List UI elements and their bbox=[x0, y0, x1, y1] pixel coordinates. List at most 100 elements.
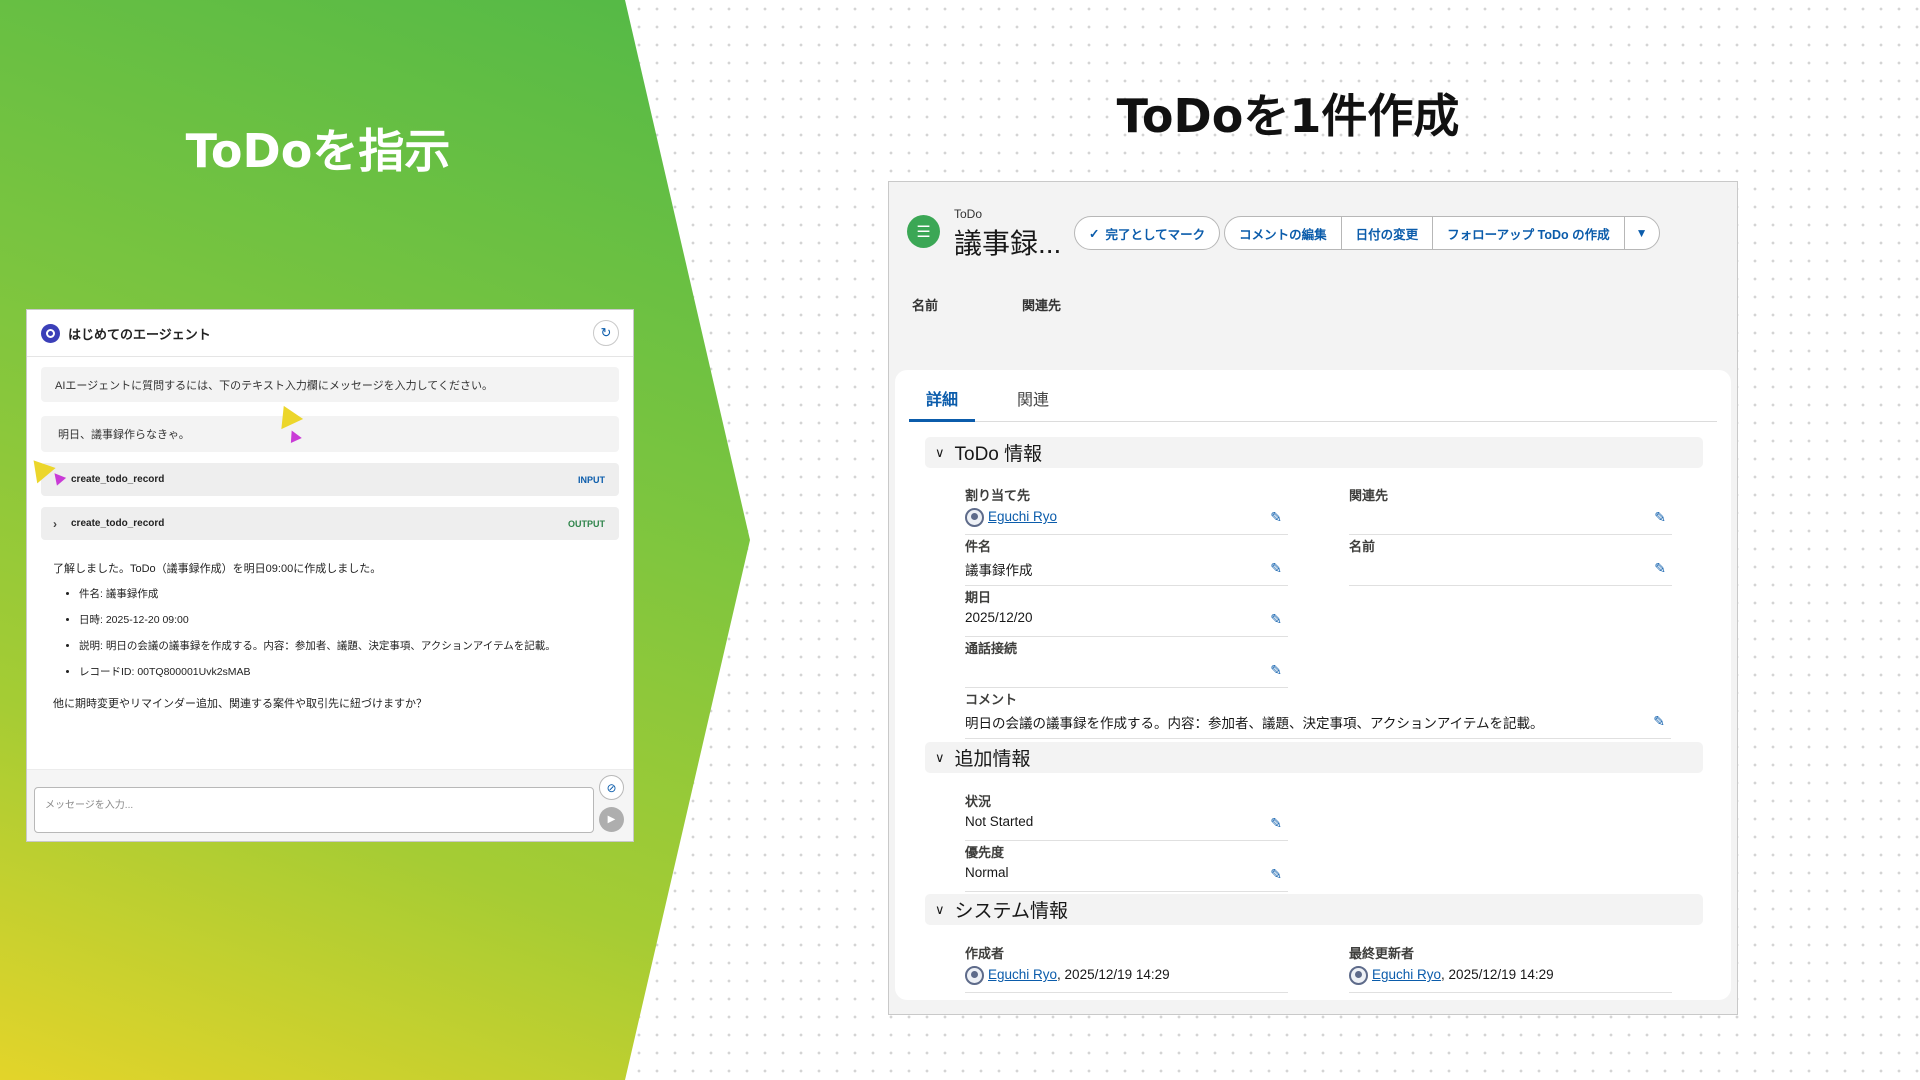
mark-complete-button[interactable]: ✓ 完了としてマーク bbox=[1074, 216, 1221, 250]
field-label: 関連先 bbox=[1349, 488, 1389, 503]
reply-intro: 了解しました。ToDo（議事録作成）を明日09:00に作成しました。 bbox=[53, 563, 382, 575]
field-value: 明日の会議の議事録を作成する。内容：参加者、議題、決定事項、アクションアイテムを… bbox=[965, 716, 1544, 731]
field-subject: 件名 議事録作成 ✎ bbox=[965, 536, 1288, 586]
tool-call-output[interactable]: › create_todo_record OUTPUT bbox=[41, 507, 619, 540]
action-buttons: ✓ 完了としてマーク コメントの編集 日付の変更 フォローアップ ToDo の作成… bbox=[1074, 216, 1660, 250]
output-badge: OUTPUT bbox=[568, 518, 605, 529]
field-label: 期日 bbox=[965, 590, 992, 605]
change-date-button[interactable]: 日付の変更 bbox=[1340, 216, 1434, 250]
reply-item: 件名: 議事録作成 bbox=[79, 586, 607, 602]
record-title: 議事録... bbox=[954, 228, 1062, 259]
agent-logo-icon bbox=[41, 323, 60, 343]
field-label: 作成者 bbox=[965, 946, 1005, 961]
field-label: 割り当て先 bbox=[965, 488, 1031, 503]
pencil-icon[interactable]: ✎ bbox=[1270, 815, 1282, 832]
message-input[interactable]: メッセージを入力... bbox=[34, 787, 594, 833]
field-comment: コメント 明日の会議の議事録を作成する。内容：参加者、議題、決定事項、アクション… bbox=[965, 689, 1671, 739]
todo-list-icon: ☰ bbox=[907, 215, 940, 248]
input-badge: INPUT bbox=[578, 474, 605, 485]
todo-record-page: ☰ ToDo 議事録... ✓ 完了としてマーク コメントの編集 日付の変更 フォ… bbox=[888, 181, 1738, 1015]
reply-item: 説明: 明日の会議の議事録を作成する。内容：参加者、議題、決定事項、アクションア… bbox=[79, 638, 607, 654]
user-avatar-icon bbox=[1349, 966, 1368, 985]
tab-detail[interactable]: 詳細 bbox=[909, 384, 975, 422]
pencil-icon[interactable]: ✎ bbox=[1270, 560, 1282, 577]
user-avatar-icon bbox=[965, 966, 984, 985]
user-avatar-icon bbox=[965, 508, 984, 527]
mark-complete-label: 完了としてマーク bbox=[1105, 227, 1206, 242]
highlight-name-label: 名前 bbox=[912, 298, 939, 313]
check-icon: ✓ bbox=[1089, 226, 1100, 241]
field-value: 2025/12/20 bbox=[965, 610, 1033, 625]
agent-reply: 了解しました。ToDo（議事録作成）を明日09:00に作成しました。 件名: 議… bbox=[41, 561, 619, 712]
created-date: , 2025/12/19 14:29 bbox=[1057, 967, 1170, 983]
field-assignee: 割り当て先 Eguchi Ryo ✎ bbox=[965, 485, 1288, 535]
reply-item: 日時: 2025-12-20 09:00 bbox=[79, 612, 607, 628]
created-by-link[interactable]: Eguchi Ryo bbox=[988, 967, 1057, 982]
detail-card: 詳細 関連 ∨ ToDo 情報 割り当て先 Eguchi Ryo ✎ 関連先 ✎… bbox=[895, 370, 1731, 1000]
chevron-down-icon: ∨ bbox=[935, 749, 945, 765]
reply-item: レコードID: 00TQ800001Uvk2sMAB bbox=[79, 664, 607, 680]
create-followup-button[interactable]: フォローアップ ToDo の作成 bbox=[1432, 216, 1625, 250]
agent-chat-panel: はじめてのエージェント ↻ AIエージェントに質問するには、下のテキスト入力欄に… bbox=[26, 309, 634, 842]
field-label: 状況 bbox=[965, 794, 992, 809]
chat-header: はじめてのエージェント ↻ bbox=[27, 310, 633, 357]
tool-call-input[interactable]: create_todo_record INPUT bbox=[41, 463, 619, 496]
intro-message: AIエージェントに質問するには、下のテキスト入力欄にメッセージを入力してください… bbox=[41, 367, 619, 402]
pencil-icon[interactable]: ✎ bbox=[1270, 509, 1282, 526]
tool-name: create_todo_record bbox=[71, 518, 165, 529]
compose-area: メッセージを入力... ⊘ ▶ bbox=[27, 769, 633, 841]
refresh-icon[interactable]: ↻ bbox=[593, 320, 619, 346]
pencil-icon[interactable]: ✎ bbox=[1654, 509, 1666, 526]
field-label: 通話接続 bbox=[965, 641, 1018, 656]
field-value: Normal bbox=[965, 865, 1009, 880]
section-title: システム情報 bbox=[954, 901, 1068, 922]
reply-list: 件名: 議事録作成 日時: 2025-12-20 09:00 説明: 明日の会議… bbox=[79, 586, 607, 680]
paperclip-icon[interactable]: ⊘ bbox=[599, 775, 624, 800]
edit-comment-button[interactable]: コメントの編集 bbox=[1224, 216, 1342, 250]
highlight-related-label: 関連先 bbox=[1022, 298, 1062, 313]
section-additional-info[interactable]: ∨ 追加情報 bbox=[925, 742, 1703, 773]
field-label: 名前 bbox=[1349, 539, 1376, 554]
field-due-date: 期日 2025/12/20 ✎ bbox=[965, 587, 1288, 637]
user-message: 明日、議事録作らなきゃ。 bbox=[41, 416, 619, 452]
field-value: Not Started bbox=[965, 814, 1034, 829]
field-label: 優先度 bbox=[965, 845, 1005, 860]
field-label: コメント bbox=[965, 692, 1018, 707]
chat-messages: AIエージェントに質問するには、下のテキスト入力欄にメッセージを入力してください… bbox=[41, 367, 619, 712]
field-modified-by: 最終更新者 Eguchi Ryo, 2025/12/19 14:29 bbox=[1349, 943, 1672, 993]
section-title: ToDo 情報 bbox=[954, 444, 1043, 465]
section-todo-info[interactable]: ∨ ToDo 情報 bbox=[925, 437, 1703, 468]
field-name: 名前 ✎ bbox=[1349, 536, 1672, 586]
field-value: 議事録作成 bbox=[965, 563, 1033, 578]
section-system-info[interactable]: ∨ システム情報 bbox=[925, 894, 1703, 925]
field-call: 通話接続 ✎ bbox=[965, 638, 1288, 688]
pencil-icon[interactable]: ✎ bbox=[1654, 560, 1666, 577]
modified-date: , 2025/12/19 14:29 bbox=[1441, 967, 1554, 983]
send-icon[interactable]: ▶ bbox=[599, 807, 624, 832]
modified-by-link[interactable]: Eguchi Ryo bbox=[1372, 967, 1441, 982]
chevron-down-icon: ∨ bbox=[935, 901, 945, 917]
field-status: 状況 Not Started ✎ bbox=[965, 791, 1288, 841]
agent-name: はじめてのエージェント bbox=[68, 326, 211, 342]
record-tabs: 詳細 関連 bbox=[909, 370, 1717, 422]
tool-name: create_todo_record bbox=[71, 474, 165, 485]
field-created-by: 作成者 Eguchi Ryo, 2025/12/19 14:29 bbox=[965, 943, 1288, 993]
record-type: ToDo bbox=[954, 207, 983, 221]
chevron-down-icon: ∨ bbox=[935, 444, 945, 460]
assignee-link[interactable]: Eguchi Ryo bbox=[988, 509, 1057, 524]
field-priority: 優先度 Normal ✎ bbox=[965, 842, 1288, 892]
reply-closing: 他に期時変更やリマインダー追加、関連する案件や取引先に紐づけますか？ bbox=[53, 698, 427, 710]
pencil-icon[interactable]: ✎ bbox=[1653, 713, 1665, 730]
pencil-icon[interactable]: ✎ bbox=[1270, 866, 1282, 883]
pencil-icon[interactable]: ✎ bbox=[1270, 611, 1282, 628]
section-title: 追加情報 bbox=[954, 749, 1031, 770]
left-slide-title: ToDoを指示 bbox=[185, 124, 451, 178]
field-label: 最終更新者 bbox=[1349, 946, 1415, 961]
tab-related[interactable]: 関連 bbox=[1003, 384, 1063, 422]
field-related: 関連先 ✎ bbox=[1349, 485, 1672, 535]
pencil-icon[interactable]: ✎ bbox=[1270, 662, 1282, 679]
right-slide-title: ToDoを1件作成 bbox=[1116, 89, 1460, 143]
chevron-down-icon[interactable]: ▼ bbox=[1623, 216, 1660, 250]
chevron-right-icon: › bbox=[53, 516, 57, 531]
field-label: 件名 bbox=[965, 539, 992, 554]
